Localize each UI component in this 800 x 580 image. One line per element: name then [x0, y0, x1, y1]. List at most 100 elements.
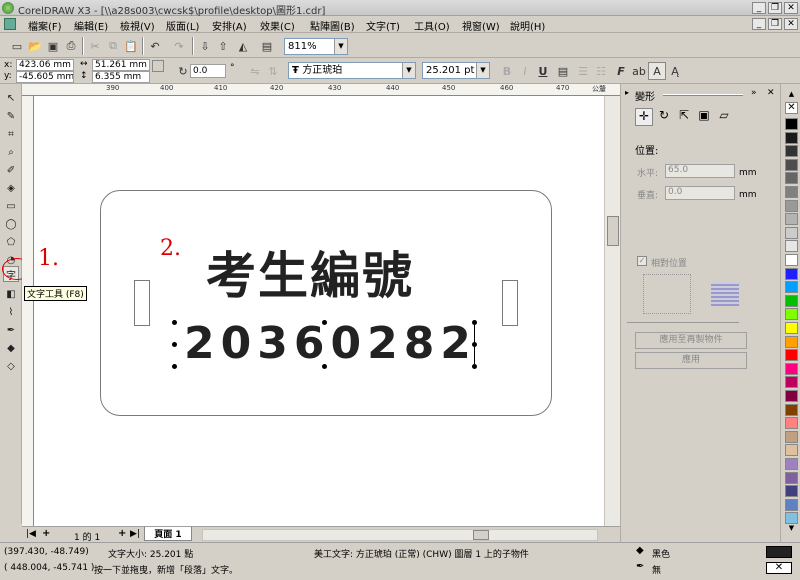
export-icon[interactable]: ⇧ — [214, 37, 232, 55]
drop-cap-icon[interactable]: ☷ — [592, 62, 610, 80]
undo-icon[interactable]: ↶ — [146, 37, 164, 55]
color-swatch[interactable] — [785, 458, 798, 470]
menu-bitmaps[interactable]: 點陣圖(B) — [310, 18, 355, 33]
horizontal-align-icon[interactable]: ▤ — [554, 62, 572, 80]
rotation-field[interactable]: 0.0 — [190, 64, 226, 78]
color-swatch[interactable] — [785, 403, 798, 416]
left-slot-shape[interactable] — [134, 280, 150, 326]
italic-icon[interactable]: I — [516, 62, 534, 80]
fill-color-swatch[interactable] — [766, 546, 792, 558]
doc-close-button[interactable]: ✕ — [784, 18, 798, 30]
add-page-after-icon[interactable]: + — [118, 528, 126, 539]
application-launcher-icon[interactable]: ◭ — [234, 37, 252, 55]
outline-tool-icon[interactable]: ✒ — [3, 322, 19, 338]
color-swatch[interactable] — [785, 362, 798, 375]
open-icon[interactable]: 📂 — [26, 37, 44, 55]
copy-icon[interactable]: ⧉ — [104, 37, 122, 55]
color-swatch[interactable] — [785, 118, 798, 130]
height-field[interactable]: 6.355 mm — [92, 71, 150, 83]
restore-button[interactable]: ❐ — [768, 2, 782, 14]
chevron-down-icon[interactable]: ▼ — [476, 63, 489, 78]
color-swatch[interactable] — [785, 226, 798, 239]
color-swatch[interactable] — [785, 213, 798, 226]
no-color-swatch[interactable]: ✕ — [785, 102, 798, 114]
mirror-horizontal-icon[interactable]: ⇋ — [246, 62, 264, 80]
vertical-ruler[interactable] — [22, 96, 34, 526]
outline-color-swatch[interactable]: ✕ — [766, 562, 792, 574]
color-swatch[interactable] — [785, 430, 798, 443]
welcome-screen-icon[interactable]: ▤ — [258, 37, 276, 55]
rectangle-tool-icon[interactable]: ▭ — [3, 198, 19, 214]
color-swatch[interactable] — [785, 145, 798, 158]
menu-tools[interactable]: 工具(O) — [414, 18, 450, 33]
color-swatch[interactable] — [785, 417, 798, 430]
selection-handle[interactable] — [172, 364, 177, 369]
edit-text-icon[interactable]: ab — [630, 62, 648, 80]
size-icon[interactable]: ▣ — [695, 108, 713, 126]
color-swatch[interactable] — [785, 485, 798, 498]
skew-icon[interactable]: ▱ — [715, 108, 733, 126]
color-swatch[interactable] — [785, 294, 798, 307]
h-scroll-thumb[interactable] — [473, 530, 489, 540]
selection-handle[interactable] — [322, 364, 327, 369]
color-swatch[interactable] — [785, 335, 798, 348]
vertical-scrollbar[interactable] — [604, 96, 620, 526]
menu-layout[interactable]: 版面(L) — [166, 18, 199, 33]
menu-help[interactable]: 說明(H) — [510, 18, 545, 33]
color-swatch[interactable] — [785, 240, 798, 253]
relative-position-checkbox[interactable]: ✓ — [637, 256, 647, 266]
palette-scroll-down-icon[interactable]: ▼ — [785, 524, 798, 532]
minimize-button[interactable]: _ — [752, 2, 766, 14]
apply-button[interactable]: 應用 — [635, 352, 747, 369]
format-text-icon[interactable]: F — [612, 62, 630, 80]
doc-minimize-button[interactable]: _ — [752, 18, 766, 30]
color-swatch[interactable] — [785, 199, 798, 212]
color-swatch[interactable] — [785, 471, 798, 484]
heading-text[interactable]: 考生編號 — [206, 236, 414, 308]
horizontal-field[interactable]: 65.0 — [665, 164, 735, 178]
freehand-tool-icon[interactable]: ✐ — [3, 162, 19, 178]
color-swatch[interactable] — [785, 281, 798, 294]
scale-icon[interactable]: ⇱ — [675, 108, 693, 126]
color-swatch[interactable] — [785, 322, 798, 334]
chevron-down-icon[interactable]: ▼ — [402, 63, 415, 78]
scroll-thumb[interactable] — [607, 216, 619, 246]
anchor-grid[interactable] — [643, 274, 691, 314]
redo-icon[interactable]: ↷ — [170, 37, 188, 55]
new-document-icon[interactable]: ▭ — [8, 37, 26, 55]
selection-handle[interactable] — [322, 320, 327, 325]
selection-handle[interactable] — [472, 364, 477, 369]
menu-edit[interactable]: 編輯(E) — [74, 18, 108, 33]
color-swatch[interactable] — [785, 390, 798, 402]
color-swatch[interactable] — [785, 308, 798, 321]
docker-arrow-icon[interactable]: ▸ — [625, 88, 629, 97]
underline-icon[interactable]: U — [534, 62, 552, 80]
selection-handle[interactable] — [172, 342, 177, 347]
color-swatch[interactable] — [785, 186, 798, 198]
drawing-canvas[interactable]: 考生編號 20360282 2. — [34, 96, 604, 526]
bold-icon[interactable]: B — [498, 62, 516, 80]
first-page-icon[interactable]: |◀ — [26, 529, 36, 539]
docker-collapse-icon[interactable]: » — [751, 88, 757, 98]
paste-icon[interactable]: 📋 — [122, 37, 140, 55]
chevron-down-icon[interactable]: ▼ — [334, 39, 347, 54]
interactive-fill-icon[interactable]: ◇ — [3, 358, 19, 374]
pick-tool-icon[interactable]: ↖ — [3, 90, 19, 106]
zoom-level-combo[interactable]: 811% ▼ — [284, 38, 348, 55]
lock-ratio-icon[interactable] — [152, 60, 164, 72]
candidate-number-text[interactable]: 20360282 — [184, 318, 477, 369]
docker-close-icon[interactable]: ✕ — [767, 88, 775, 98]
right-slot-shape[interactable] — [502, 280, 518, 326]
color-swatch[interactable] — [785, 131, 798, 144]
x-position-field[interactable]: 423.06 mm — [16, 59, 74, 71]
rotate-icon[interactable]: ↻ — [655, 108, 673, 126]
color-swatch[interactable] — [785, 172, 798, 185]
cut-icon[interactable]: ✂ — [86, 37, 104, 55]
horizontal-ruler[interactable]: 390 400 410 420 430 440 450 460 470 公釐 — [22, 84, 620, 96]
position-icon[interactable]: ✛ — [635, 108, 653, 126]
import-icon[interactable]: ⇩ — [196, 37, 214, 55]
color-swatch[interactable] — [785, 349, 798, 362]
font-list-combo[interactable]: Ŧ 方正琥珀 ▼ — [288, 62, 416, 79]
menu-view[interactable]: 檢視(V) — [120, 18, 155, 33]
menu-effects[interactable]: 效果(C) — [260, 18, 295, 33]
